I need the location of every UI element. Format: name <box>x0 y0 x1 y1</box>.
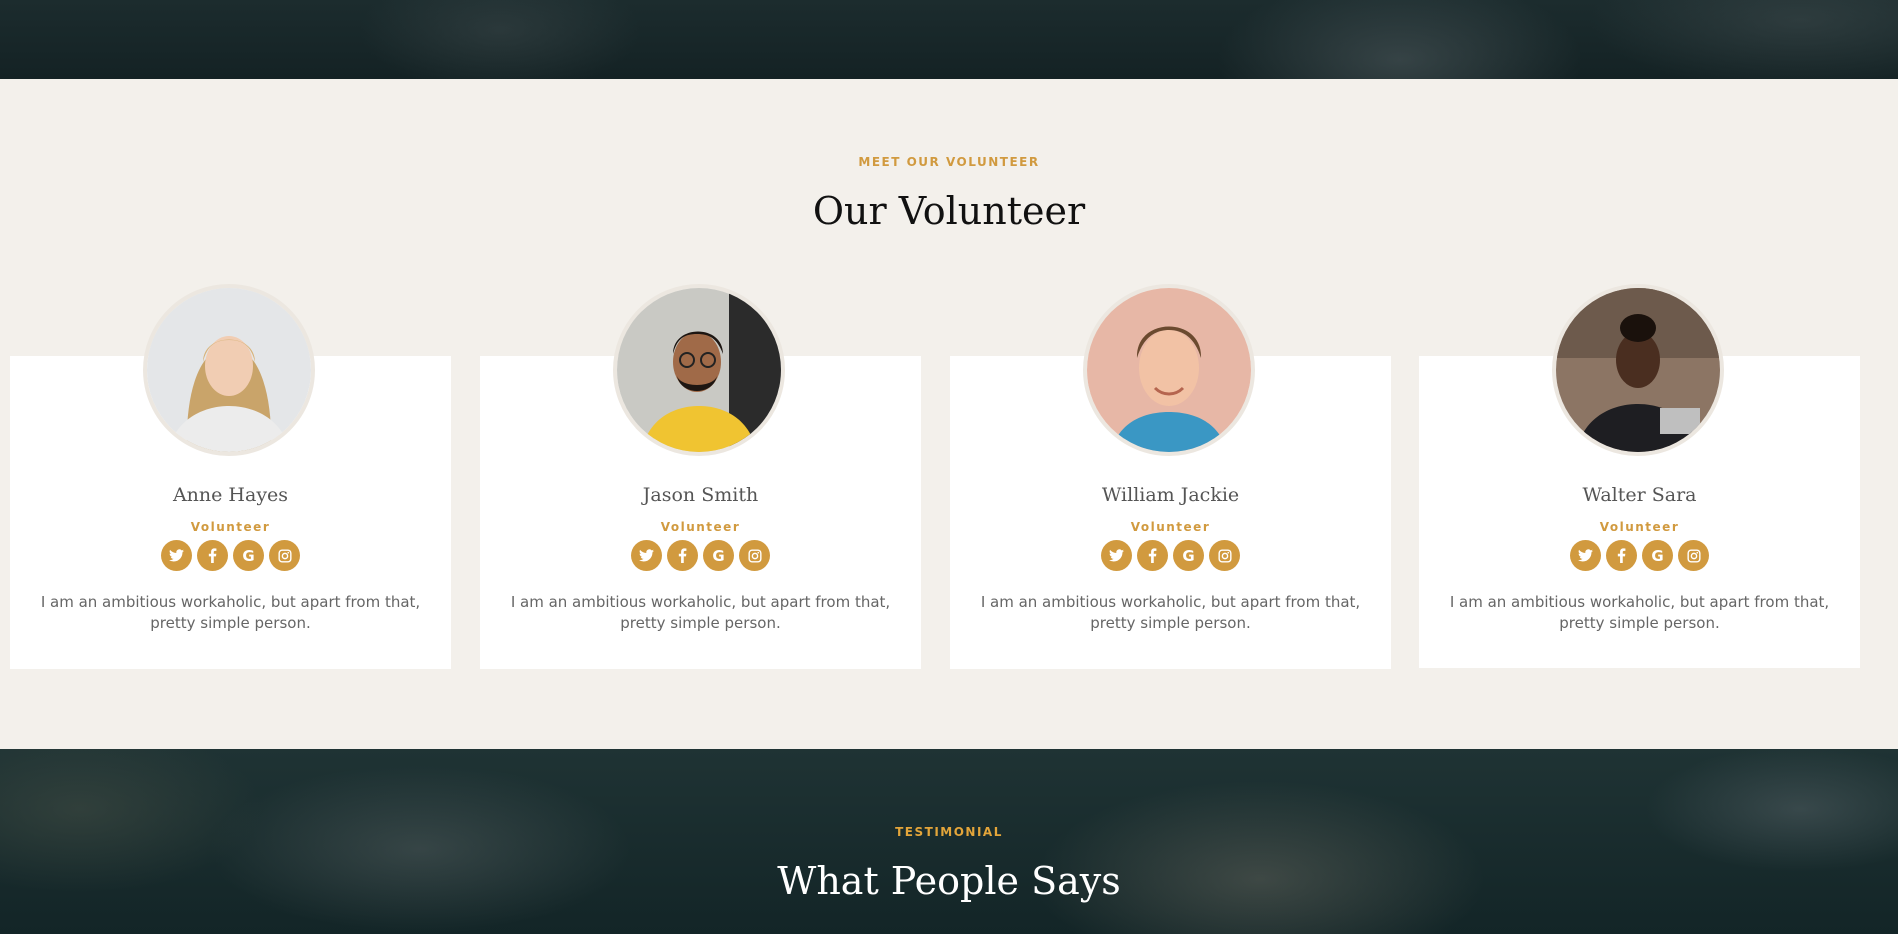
google-icon[interactable]: G <box>233 540 264 571</box>
volunteer-name: Jason Smith <box>642 484 759 506</box>
instagram-icon[interactable] <box>1678 540 1709 571</box>
volunteer-bio: I am an ambitious workaholic, but apart … <box>1449 593 1830 632</box>
testimonial-eyebrow: TESTIMONIAL <box>895 825 1003 839</box>
facebook-icon[interactable] <box>667 540 698 571</box>
google-icon[interactable]: G <box>1642 540 1673 571</box>
twitter-icon[interactable] <box>631 540 662 571</box>
social-links: G <box>480 540 921 571</box>
volunteer-eyebrow: MEET OUR VOLUNTEER <box>858 155 1040 169</box>
instagram-icon[interactable] <box>739 540 770 571</box>
volunteer-role: Volunteer <box>1130 520 1211 534</box>
volunteer-title: Our Volunteer <box>812 189 1086 233</box>
social-links: G <box>10 540 451 571</box>
volunteer-role: Volunteer <box>190 520 271 534</box>
twitter-icon[interactable] <box>161 540 192 571</box>
facebook-icon[interactable] <box>1606 540 1637 571</box>
volunteer-role: Volunteer <box>1599 520 1680 534</box>
social-links: G <box>950 540 1391 571</box>
volunteer-bio: I am an ambitious workaholic, but apart … <box>40 593 421 632</box>
volunteer-name: William Jackie <box>1101 484 1240 506</box>
twitter-icon[interactable] <box>1570 540 1601 571</box>
avatar <box>1552 284 1724 456</box>
testimonial-title: What People Says <box>777 859 1121 903</box>
volunteer-name: Walter Sara <box>1582 484 1697 506</box>
volunteer-name: Anne Hayes <box>172 484 289 506</box>
avatar <box>1083 284 1255 456</box>
volunteer-bio: I am an ambitious workaholic, but apart … <box>510 593 891 632</box>
facebook-icon[interactable] <box>197 540 228 571</box>
google-icon[interactable]: G <box>1173 540 1204 571</box>
social-links: G <box>1419 540 1860 571</box>
avatar <box>613 284 785 456</box>
twitter-icon[interactable] <box>1101 540 1132 571</box>
volunteer-role: Volunteer <box>660 520 741 534</box>
instagram-icon[interactable] <box>269 540 300 571</box>
testimonial-section: TESTIMONIAL What People Says <box>0 749 1898 934</box>
instagram-icon[interactable] <box>1209 540 1240 571</box>
avatar <box>143 284 315 456</box>
facebook-icon[interactable] <box>1137 540 1168 571</box>
hero-background-image <box>0 0 1898 79</box>
volunteer-bio: I am an ambitious workaholic, but apart … <box>980 593 1361 632</box>
google-icon[interactable]: G <box>703 540 734 571</box>
